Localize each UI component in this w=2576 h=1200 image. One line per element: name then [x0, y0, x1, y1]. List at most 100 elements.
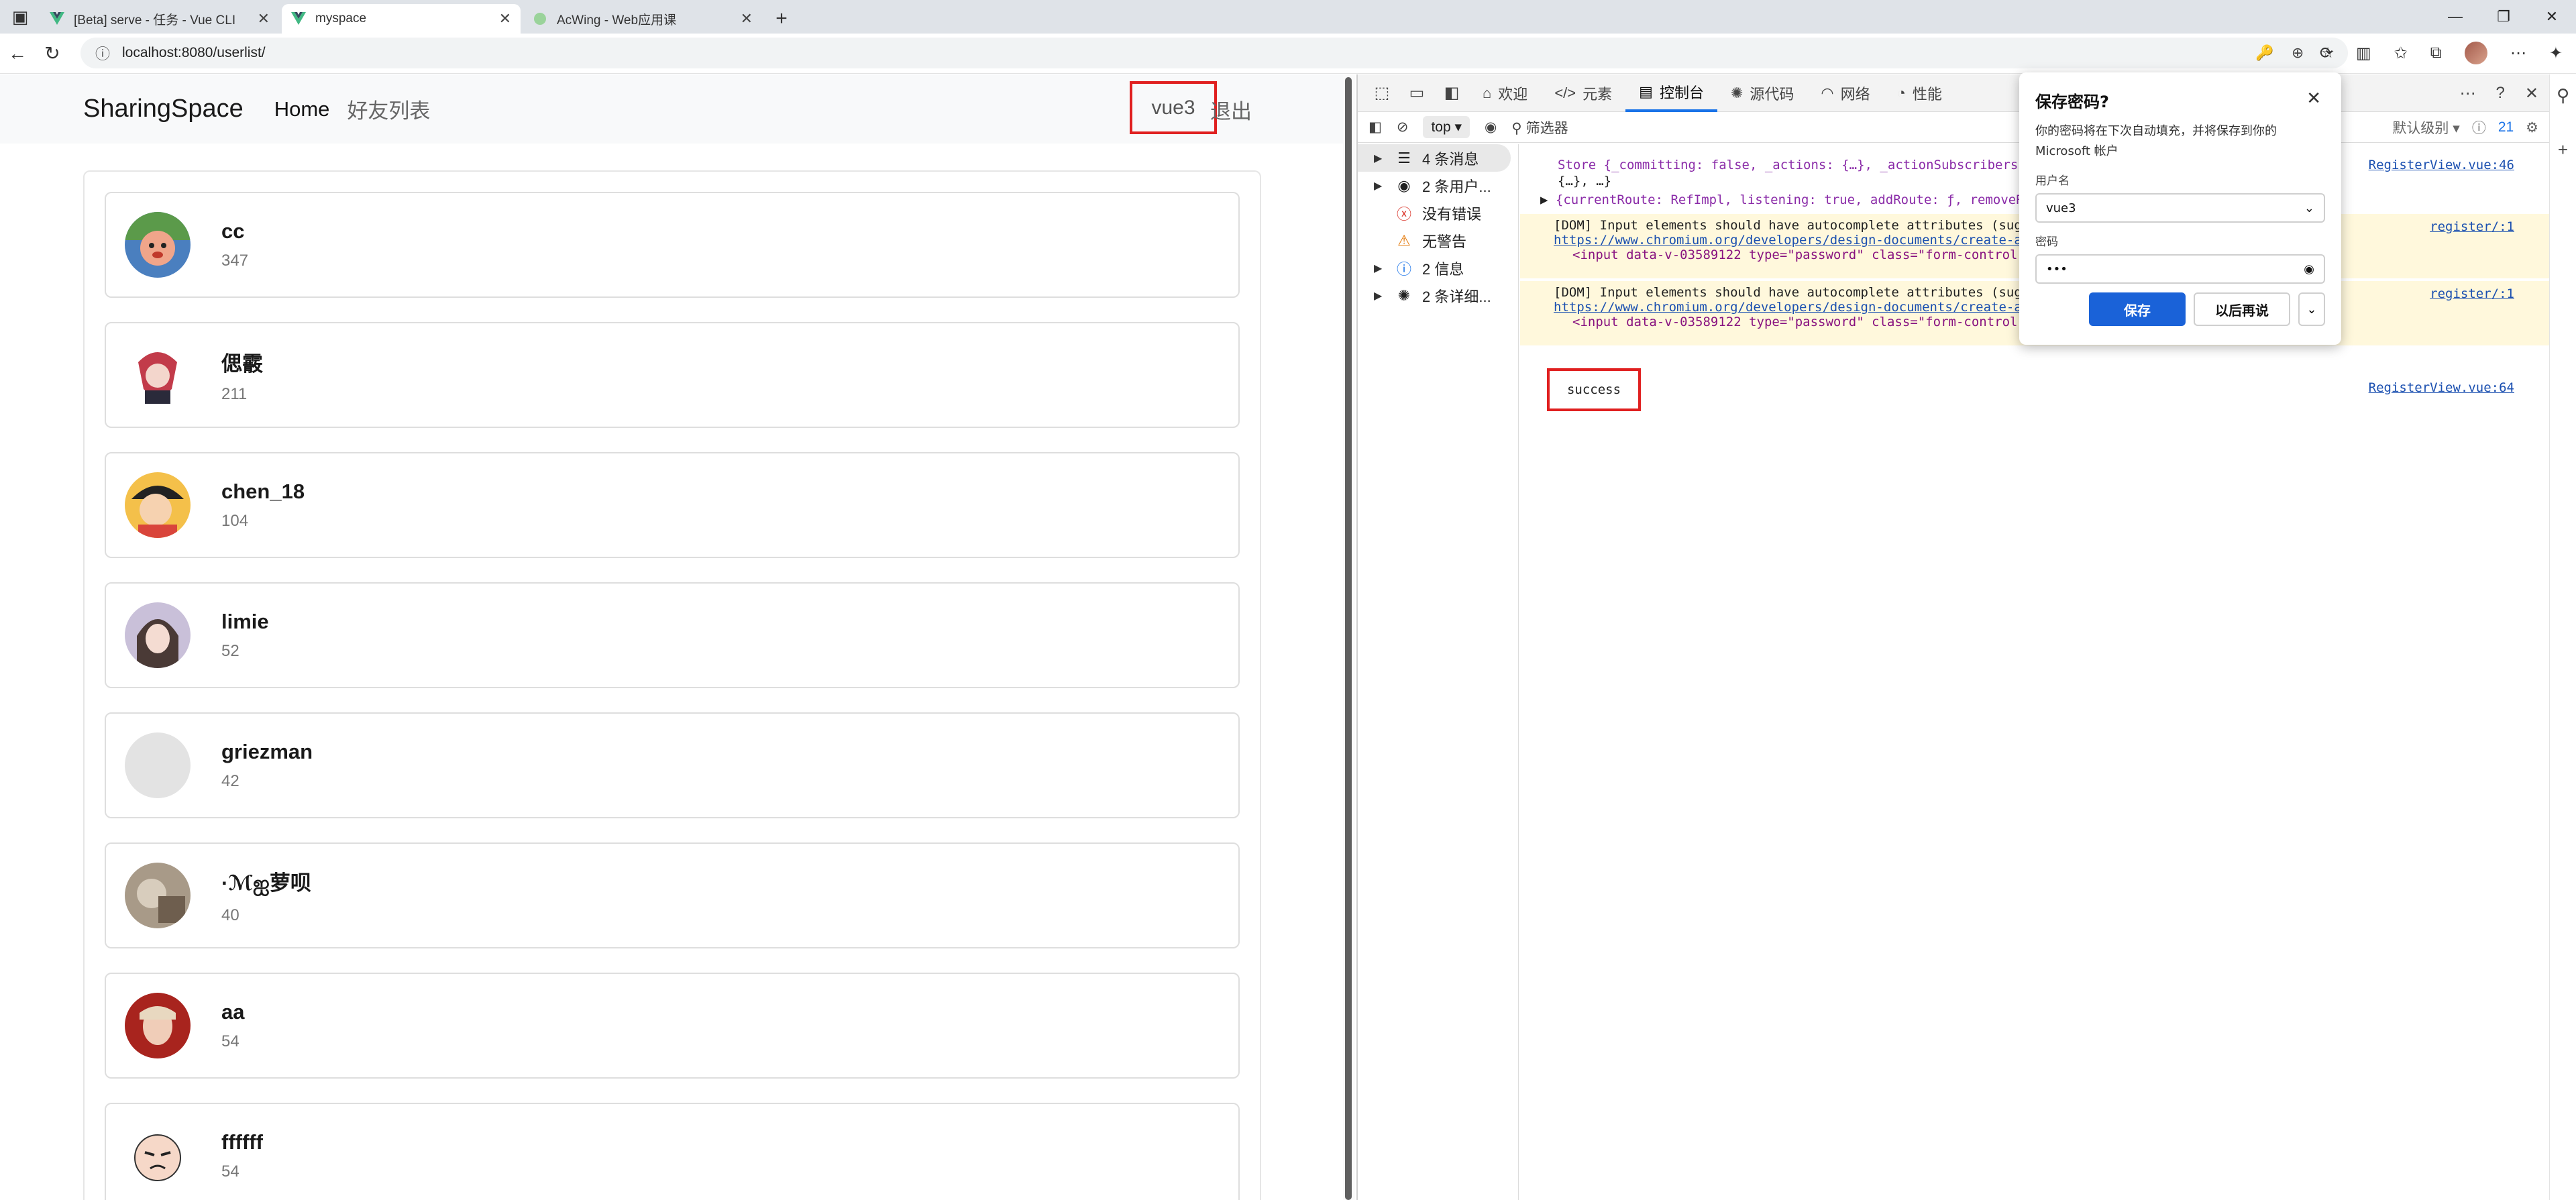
avatar — [125, 212, 191, 278]
favorites-icon[interactable]: ✩ — [2394, 44, 2408, 63]
sidebar-item-warnings[interactable]: ⚠ 无警告 — [1358, 227, 1518, 254]
user-name: cc — [221, 219, 245, 243]
popup-title: 保存密码? — [2035, 93, 2109, 111]
source-link[interactable]: register/:1 — [2430, 219, 2514, 234]
tab-elements[interactable]: </> 元素 — [1541, 74, 1625, 112]
username-label: 用户名 — [2035, 174, 2070, 188]
new-tab-icon[interactable]: + — [765, 4, 798, 34]
chevron-down-icon: ⌄ — [2304, 201, 2314, 215]
user-card[interactable]: ·ℳஐ萝呗 40 — [105, 842, 1240, 948]
settings-gear-icon[interactable]: ⚙ — [2526, 119, 2538, 136]
window-controls: — ❐ ✕ — [2431, 0, 2576, 34]
tab-network[interactable]: ◠ 网络 — [1807, 74, 1883, 112]
later-button[interactable]: 以后再说 — [2194, 292, 2290, 326]
page-scrollbar[interactable] — [1343, 74, 1355, 1200]
tab-title: myspace — [315, 11, 367, 25]
browser-tab-acwing[interactable]: AcWing - Web应用课 ✕ — [523, 4, 762, 34]
close-icon[interactable]: ✕ — [2306, 89, 2321, 109]
user-card[interactable]: griezman 42 — [105, 712, 1240, 818]
clear-console-icon[interactable]: ⊘ — [1397, 119, 1409, 135]
more-tabs-icon[interactable]: ⋯ — [2460, 84, 2476, 103]
inspect-element-icon[interactable]: ⬚ — [1364, 83, 1399, 103]
user-card[interactable]: chen_18 104 — [105, 452, 1240, 558]
site-info-icon[interactable]: ⓘ — [95, 42, 110, 64]
more-icon[interactable]: ⋯ — [2510, 44, 2526, 63]
source-link[interactable]: RegisterView.vue:64 — [2369, 380, 2514, 395]
username-select[interactable]: vue3 ⌄ — [2035, 193, 2325, 223]
user-card[interactable]: ffffff 54 — [105, 1103, 1240, 1200]
profile-avatar[interactable] — [2464, 42, 2487, 64]
nav-username[interactable]: vue3 — [1130, 81, 1217, 134]
sidebar-item-info[interactable]: ▶ ⓘ 2 信息 — [1358, 254, 1518, 282]
restore-icon[interactable]: ❐ — [2479, 8, 2528, 25]
minimize-icon[interactable]: — — [2431, 8, 2479, 25]
sidebar-item-user-messages[interactable]: ▶ ◉ 2 条用户... — [1358, 172, 1518, 199]
tab-welcome[interactable]: ⌂ 欢迎 — [1469, 74, 1541, 112]
search-icon[interactable]: ⚲ — [2557, 85, 2569, 106]
close-icon[interactable]: ✕ — [499, 10, 511, 28]
show-password-eye-icon[interactable]: ◉ — [2304, 262, 2314, 276]
sidebar-item-verbose[interactable]: ▶ ✺ 2 条详细... — [1358, 282, 1518, 309]
url-input[interactable]: ⓘ localhost:8080/userlist/ 🔑 ⊕ ☆ — [80, 38, 2348, 68]
nav-logout-link[interactable]: 退出 — [1210, 95, 1252, 125]
home-icon: ⌂ — [1483, 84, 1492, 101]
refresh-icon[interactable]: ↻ — [35, 36, 70, 71]
context-select[interactable]: top ▾ — [1423, 116, 1470, 138]
device-emulation-icon[interactable]: ▭ — [1399, 83, 1434, 103]
tab-performance[interactable]: ◔ 性能 — [1884, 74, 1955, 112]
close-window-icon[interactable]: ✕ — [2528, 8, 2576, 25]
copilot-icon[interactable]: ✦ — [2549, 44, 2563, 63]
browser-tab-vue-cli[interactable]: [Beta] serve - 任务 - Vue CLI ✕ — [40, 4, 279, 34]
tab-actions-icon[interactable]: ▣ — [0, 0, 40, 34]
sidebar-item-errors[interactable]: ⓧ 没有错误 — [1358, 199, 1518, 227]
split-screen-icon[interactable]: ▥ — [2356, 44, 2371, 63]
key-icon[interactable]: 🔑 — [2255, 44, 2273, 62]
user-card[interactable]: 偲霰 211 — [105, 322, 1240, 428]
browser-tab-bar: ▣ [Beta] serve - 任务 - Vue CLI ✕ myspace … — [0, 0, 2576, 34]
nav-friends-link[interactable]: 好友列表 — [347, 94, 430, 124]
sidebar-item-messages[interactable]: ▶ ☰ 4 条消息 — [1358, 144, 1511, 172]
password-label: 密码 — [2035, 235, 2058, 249]
issues-icon[interactable]: ⓘ — [2472, 117, 2486, 138]
tab-console[interactable]: ▤ 控制台 — [1625, 74, 1717, 112]
user-name: ·ℳஐ萝呗 — [221, 871, 311, 895]
user-list-card: cc 347 偲霰 211 chen_18 104 limie 52 griezman 4… — [83, 170, 1261, 1200]
chevron-down-icon[interactable]: ⌄ — [2298, 292, 2325, 326]
brand-link[interactable]: SharingSpace — [83, 95, 244, 123]
close-devtools-icon[interactable]: ✕ — [2525, 84, 2538, 103]
tab-sources[interactable]: ✺ 源代码 — [1717, 74, 1807, 112]
password-field[interactable]: ••• ◉ — [2035, 254, 2325, 284]
sidebar-toggle-icon[interactable]: ◧ — [1368, 119, 1382, 135]
user-card[interactable]: aa 54 — [105, 973, 1240, 1079]
back-icon[interactable]: ← — [0, 36, 35, 71]
live-expression-icon[interactable]: ◉ — [1485, 119, 1497, 135]
nav-home-link[interactable]: Home — [274, 97, 330, 121]
dock-icon[interactable]: ◧ — [1434, 83, 1469, 103]
add-icon[interactable]: + — [2558, 140, 2568, 160]
refresh-ext-icon[interactable]: ⟳ — [2320, 44, 2333, 63]
info-icon: ⓘ — [1396, 260, 1411, 278]
console-sidebar: ▶ ☰ 4 条消息 ▶ ◉ 2 条用户... ⓧ 没有错误 ⚠ 无警告 ▶ ⓘ 2 信息 ▶ ✺ 2… — [1358, 144, 1519, 1200]
issues-count[interactable]: 21 — [2498, 119, 2514, 135]
scrollbar-thumb[interactable] — [1345, 77, 1352, 1200]
avatar — [125, 1123, 191, 1189]
browser-tab-myspace[interactable]: myspace ✕ — [282, 4, 521, 34]
collections-icon[interactable]: ⧉ — [2430, 44, 2442, 62]
web-page: SharingSpace Home 好友列表 vue3 退出 cc 347 偲霰 2… — [0, 74, 1343, 1200]
vue-icon — [50, 11, 64, 26]
source-link[interactable]: RegisterView.vue:46 — [2369, 158, 2514, 172]
save-button[interactable]: 保存 — [2089, 292, 2186, 326]
source-link[interactable]: register/:1 — [2430, 286, 2514, 301]
zoom-icon[interactable]: ⊕ — [2292, 44, 2304, 62]
filter-input[interactable]: ⚲ 筛选器 — [1511, 117, 1568, 138]
user-followers: 40 — [221, 906, 239, 924]
close-icon[interactable]: ✕ — [741, 10, 753, 28]
list-icon: ☰ — [1397, 149, 1411, 166]
close-icon[interactable]: ✕ — [258, 10, 270, 28]
user-card[interactable]: limie 52 — [105, 582, 1240, 688]
user-card[interactable]: cc 347 — [105, 192, 1240, 298]
log-levels-select[interactable]: 默认级别 ▾ — [2392, 117, 2459, 138]
avatar — [125, 472, 191, 538]
help-icon[interactable]: ? — [2496, 84, 2505, 103]
acwing-icon — [533, 11, 547, 26]
